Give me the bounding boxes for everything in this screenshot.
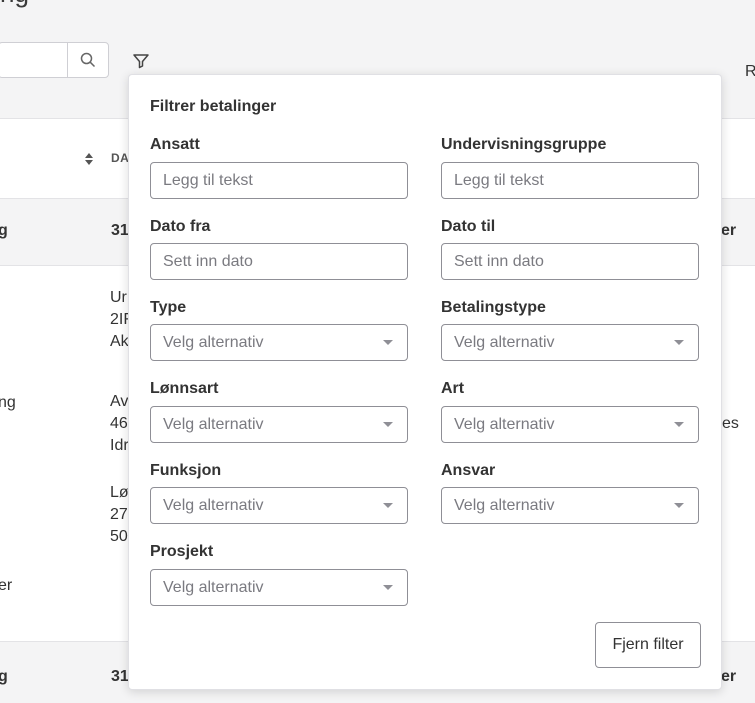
chevron-down-icon bbox=[383, 585, 393, 590]
art-select-value: Velg alternativ bbox=[454, 416, 555, 433]
table-cell: 50 bbox=[110, 528, 128, 545]
art-label: Art bbox=[441, 380, 465, 397]
chevron-down-icon bbox=[383, 503, 393, 508]
chevron-down-icon bbox=[383, 340, 393, 345]
table-cell: Av bbox=[110, 393, 129, 410]
table-cell: 31 bbox=[111, 668, 129, 685]
lonnsart-select-value: Velg alternativ bbox=[163, 416, 264, 433]
table-cell: 46 bbox=[110, 415, 128, 432]
lonnsart-label: Lønnsart bbox=[150, 380, 219, 397]
search-input[interactable] bbox=[0, 42, 68, 78]
dato-fra-label: Dato fra bbox=[150, 218, 211, 235]
funksjon-label: Funksjon bbox=[150, 462, 222, 479]
toolbar-right-text: R bbox=[745, 63, 755, 80]
dato-fra-input[interactable] bbox=[150, 243, 408, 280]
search-button[interactable] bbox=[67, 42, 109, 78]
table-cell: 27 bbox=[110, 506, 128, 523]
dato-til-input[interactable] bbox=[441, 243, 699, 280]
filter-panel: Filtrer betalinger Ansatt Undervisningsg… bbox=[128, 74, 722, 690]
ansvar-label: Ansvar bbox=[441, 462, 496, 479]
prosjekt-select[interactable]: Velg alternativ bbox=[150, 569, 408, 606]
clear-filter-button[interactable]: Fjern filter bbox=[595, 622, 701, 668]
table-cell: Lø bbox=[110, 484, 129, 501]
table-cell: es bbox=[722, 415, 739, 432]
dato-til-label: Dato til bbox=[441, 218, 496, 235]
filter-button[interactable] bbox=[130, 50, 152, 72]
table-cell: ng bbox=[0, 394, 16, 411]
filter-icon bbox=[133, 54, 149, 69]
chevron-down-icon bbox=[674, 503, 684, 508]
ansvar-select[interactable]: Velg alternativ bbox=[441, 487, 699, 524]
art-select[interactable]: Velg alternativ bbox=[441, 406, 699, 443]
chevron-down-icon bbox=[674, 422, 684, 427]
betalingstype-select-value: Velg alternativ bbox=[454, 334, 555, 351]
undervisningsgruppe-label: Undervisningsgruppe bbox=[441, 136, 607, 153]
ansatt-input[interactable] bbox=[150, 162, 408, 199]
table-cell: 31 bbox=[111, 222, 129, 239]
table-cell: Ak bbox=[110, 333, 129, 350]
table-cell: Idr bbox=[110, 437, 129, 454]
type-select-value: Velg alternativ bbox=[163, 334, 264, 351]
chevron-down-icon bbox=[383, 422, 393, 427]
chevron-down-icon bbox=[674, 340, 684, 345]
table-cell: er bbox=[0, 577, 13, 594]
sort-icon[interactable] bbox=[84, 152, 94, 166]
funksjon-select-value: Velg alternativ bbox=[163, 497, 264, 514]
betalingstype-label: Betalingstype bbox=[441, 299, 546, 316]
table-cell: er bbox=[721, 222, 737, 239]
undervisningsgruppe-input[interactable] bbox=[441, 162, 699, 199]
page-title: ng bbox=[0, 0, 29, 9]
ansatt-label: Ansatt bbox=[150, 136, 200, 153]
ansvar-select-value: Velg alternativ bbox=[454, 497, 555, 514]
funksjon-select[interactable]: Velg alternativ bbox=[150, 487, 408, 524]
search-icon bbox=[80, 52, 96, 68]
type-select[interactable]: Velg alternativ bbox=[150, 324, 408, 361]
type-label: Type bbox=[150, 299, 187, 316]
table-cell: er bbox=[721, 668, 737, 685]
betalingstype-select[interactable]: Velg alternativ bbox=[441, 324, 699, 361]
filter-panel-title: Filtrer betalinger bbox=[150, 98, 277, 115]
prosjekt-label: Prosjekt bbox=[150, 543, 214, 560]
lonnsart-select[interactable]: Velg alternativ bbox=[150, 406, 408, 443]
table-cell: g bbox=[0, 222, 8, 239]
prosjekt-select-value: Velg alternativ bbox=[163, 579, 264, 596]
table-cell: g bbox=[0, 668, 8, 685]
table-cell: Ur bbox=[110, 289, 127, 306]
column-header-date[interactable]: DA bbox=[111, 151, 129, 165]
